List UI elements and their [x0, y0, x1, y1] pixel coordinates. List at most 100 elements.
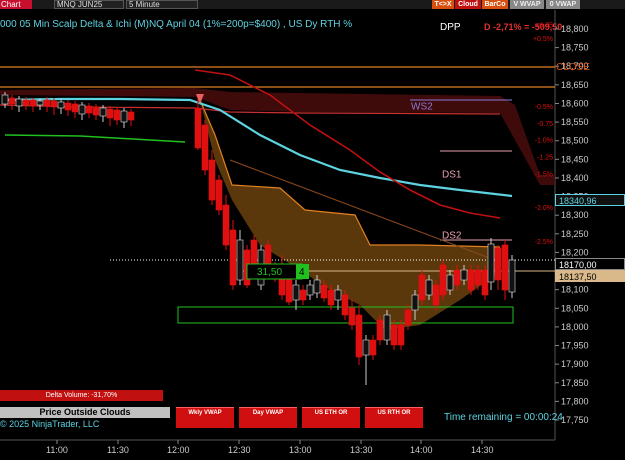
time-axis-label: 11:00 [46, 445, 68, 455]
candle-body [120, 110, 128, 123]
candle-body [334, 289, 342, 301]
delta-volume-label: Delta Volume: -31,70% [0, 390, 163, 401]
day-vwap-button[interactable]: Day VWAP [239, 407, 297, 428]
price-tick-label: 18,100 [561, 285, 589, 295]
price-tick-label: 17,900 [561, 359, 589, 369]
price-tick-label: 18,600 [561, 98, 589, 108]
level-label: DS2 [442, 231, 462, 242]
candle-body [36, 100, 44, 106]
price-tick-label: 17,950 [561, 341, 589, 351]
level-label: DS1 [442, 169, 462, 180]
candle-body [78, 104, 86, 115]
candle-body [92, 106, 100, 116]
time-axis-label: 14:30 [471, 445, 494, 455]
candle-body [229, 229, 237, 286]
weekly-vwap-button[interactable]: Wkly VWAP [176, 407, 234, 428]
candle-body [390, 324, 398, 346]
time-axis-label: 12:30 [228, 445, 251, 455]
pct-level-label: -1.5% [535, 171, 553, 178]
candle-body [474, 269, 482, 286]
price-tick-label: 18,800 [561, 24, 589, 34]
candle-body [99, 107, 107, 117]
candle-body [1, 94, 9, 105]
candle-body [106, 108, 114, 119]
candle-body [236, 239, 244, 281]
candle-body [64, 102, 72, 111]
candle-body [250, 239, 258, 266]
price-tick-label: 17,750 [561, 415, 589, 425]
candle-body [376, 319, 384, 341]
candle-body [113, 109, 121, 121]
pct-level-label: -0.75 [537, 121, 553, 128]
pct-level-label: -2.5% [535, 239, 553, 246]
pct-level-label: -1.25 [537, 155, 553, 162]
price-tag: 18340,96 [555, 193, 625, 206]
candle-body [222, 204, 230, 246]
price-tick-label: 18,500 [561, 136, 589, 146]
price-tick-label: 18,050 [561, 303, 589, 313]
price-tick-label: 18,000 [561, 322, 589, 332]
candle-body [29, 99, 37, 107]
candle-body [460, 269, 468, 281]
pct-level-label: +0.5% [533, 36, 553, 43]
copyright-text: © 2025 NinjaTrader, LLC [0, 419, 100, 429]
candle-body [418, 274, 426, 301]
candle-body [397, 324, 405, 346]
candle-body [446, 274, 454, 291]
candle-body [411, 294, 419, 311]
candle-body [432, 284, 440, 306]
price-tick-label: 18,750 [561, 43, 589, 53]
candle-body [15, 98, 23, 107]
pct-level-label: +0.75 [535, 23, 553, 30]
price-tick-label: 17,850 [561, 378, 589, 388]
candle-body [481, 269, 489, 296]
candle-body [327, 289, 335, 306]
candle-body [467, 269, 475, 291]
candle-body [194, 107, 202, 149]
candle-body [453, 269, 461, 286]
candle-body [320, 284, 328, 299]
price-outside-clouds-label: Price Outside Clouds [0, 407, 170, 418]
time-axis-label: 11:30 [107, 445, 129, 455]
candle-body [201, 124, 209, 171]
delta-box-count: 4 [299, 267, 305, 278]
price-tick-label: 18,250 [561, 229, 589, 239]
time-axis-label: 12:00 [167, 445, 190, 455]
candle-body [57, 101, 65, 109]
time-remaining: Time remaining = 00:00:24 [444, 412, 563, 423]
us-rth-or-button[interactable]: US RTH OR [365, 407, 423, 428]
price-tick-label: 18,550 [561, 117, 589, 127]
candle-body [508, 259, 516, 293]
us-eth-or-button[interactable]: US ETH OR [302, 407, 360, 428]
candle-body [439, 264, 447, 296]
candle-body [306, 284, 314, 296]
price-tick-label: 18,400 [561, 173, 589, 183]
candle-body [208, 159, 216, 201]
candle-body [43, 99, 51, 107]
candle-body [341, 294, 349, 316]
candle-body [313, 279, 321, 294]
pct-level-label: -1.0% [535, 138, 553, 145]
candle-body [425, 279, 433, 296]
candle-body [348, 307, 356, 326]
delta-box-value: 31,50 [257, 267, 282, 278]
candle-body [487, 243, 495, 283]
price-tag: 18137,50 [555, 269, 625, 282]
pct-level-label: -0.5% [535, 104, 553, 111]
candle-body [8, 97, 16, 105]
time-axis-label: 13:00 [289, 445, 312, 455]
candle-body [127, 111, 135, 121]
candle-body [285, 277, 293, 303]
candle-body [383, 314, 391, 341]
time-axis-label: 13:30 [350, 445, 373, 455]
price-tick-label: 18,650 [561, 80, 589, 90]
green-ma-line [4, 134, 186, 143]
candle-body [362, 339, 370, 356]
price-tick-label: 18,200 [561, 247, 589, 257]
candle-body [85, 105, 93, 114]
candle-body [299, 289, 307, 301]
candle-body [404, 309, 412, 326]
time-axis-label: 14:00 [410, 445, 433, 455]
price-tag: 18170,00 [555, 257, 625, 270]
candle-body [292, 284, 300, 301]
